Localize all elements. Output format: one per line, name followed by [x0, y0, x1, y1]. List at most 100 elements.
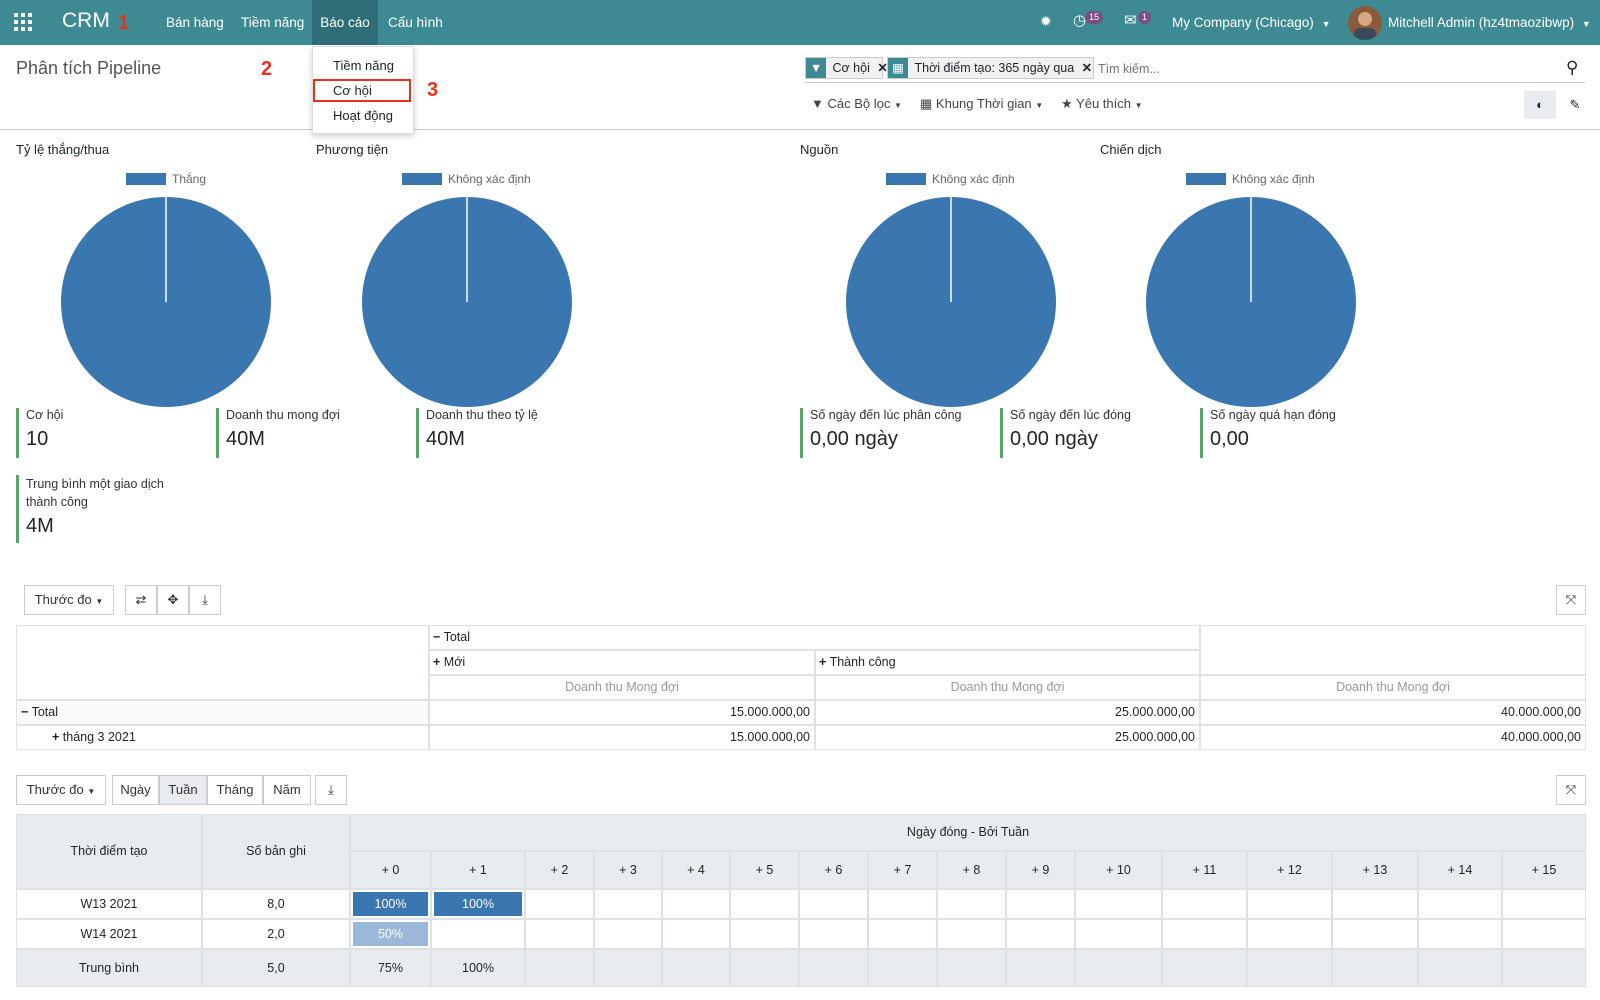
menu-leads[interactable]: Tiềm năng — [241, 0, 304, 45]
edit-view-button[interactable]: ✎ — [1560, 91, 1590, 119]
pivot-cell[interactable]: 15.000.000,00 — [429, 725, 815, 750]
cohort-cell[interactable] — [1418, 889, 1502, 919]
cohort-cell[interactable] — [662, 919, 730, 949]
cohort-download-button[interactable]: ⤓ — [315, 775, 347, 805]
kpi-days-to-assign[interactable]: Số ngày đến lúc phân công 0,00 ngày — [800, 408, 990, 458]
cohort-cell[interactable] — [1332, 919, 1418, 949]
interval-month-button[interactable]: Tháng — [207, 775, 263, 805]
cohort-cell[interactable] — [1075, 919, 1162, 949]
bug-icon[interactable]: ✹ — [1040, 13, 1052, 30]
search-facet-filter[interactable]: ▼ Cơ hội ✕ — [805, 57, 888, 79]
kpi-prorated-revenue[interactable]: Doanh thu theo tỷ lệ 40M — [416, 408, 596, 458]
kpi-value: 0,00 — [1210, 428, 1249, 450]
cohort-cell[interactable] — [1502, 919, 1586, 949]
pie-chart-source[interactable] — [845, 196, 1057, 408]
cohort-cell[interactable] — [1006, 889, 1075, 919]
pivot-cell[interactable]: 15.000.000,00 — [429, 700, 815, 725]
cohort-cell[interactable] — [1418, 919, 1502, 949]
pivot-cell[interactable]: 40.000.000,00 — [1200, 700, 1586, 725]
kpi-days-exceeding-close[interactable]: Số ngày quá hạn đóng 0,00 — [1200, 408, 1390, 458]
interval-week-button[interactable]: Tuần — [159, 775, 207, 805]
cohort-cell[interactable] — [1162, 919, 1247, 949]
cohort-cell[interactable] — [431, 919, 525, 949]
activity-icon[interactable]: ◷ — [1073, 11, 1086, 29]
kpi-avg-won-deal[interactable]: Trung bình một giao dịch thành công 4M — [16, 475, 176, 543]
apps-menu-icon[interactable] — [14, 13, 32, 31]
kpi-label: Số ngày đến lúc phân công — [810, 408, 962, 422]
cohort-cell[interactable] — [525, 919, 594, 949]
menu-configuration[interactable]: Cấu hình — [388, 0, 443, 45]
cohort-cell[interactable] — [594, 889, 662, 919]
search-input[interactable] — [1098, 58, 1538, 80]
menu-sales[interactable]: Bán hàng — [166, 0, 224, 45]
kpi-expected-revenue[interactable]: Doanh thu mong đợi 40M — [216, 408, 396, 458]
cohort-cell[interactable] — [730, 919, 799, 949]
cohort-cell[interactable] — [525, 889, 594, 919]
fullscreen-button[interactable]: ⤧ — [1556, 585, 1586, 615]
kpi-days-to-close[interactable]: Số ngày đến lúc đóng 0,00 ngày — [1000, 408, 1190, 458]
cohort-cell[interactable] — [1006, 919, 1075, 949]
pivot-cell[interactable]: 40.000.000,00 — [1200, 725, 1586, 750]
kpi-opportunities[interactable]: Cơ hội 10 — [16, 408, 196, 458]
measures-dropdown[interactable]: Thước đo ▼ — [24, 585, 114, 615]
cohort-cell[interactable] — [1075, 889, 1162, 919]
cohort-cell[interactable] — [662, 889, 730, 919]
cohort-cell[interactable] — [1502, 889, 1586, 919]
close-icon[interactable]: ✕ — [1082, 61, 1092, 75]
filters-dropdown[interactable]: ▼ Các Bộ lọc ▼ — [811, 96, 902, 111]
time-range-dropdown[interactable]: ▦ Khung Thời gian ▼ — [920, 96, 1043, 112]
flip-axis-button[interactable]: ⇄ — [125, 585, 157, 615]
cohort-cell[interactable] — [799, 889, 868, 919]
messages-icon[interactable]: ✉ — [1124, 11, 1137, 29]
app-brand[interactable]: CRM — [62, 9, 110, 33]
user-menu[interactable]: Mitchell Admin (hz4tmaozibwp) ▼ — [1388, 0, 1591, 45]
cohort-cell[interactable] — [1247, 889, 1332, 919]
dropdown-item-opportunities[interactable]: Cơ hội — [333, 83, 372, 98]
dashboard-view-button[interactable]: ◐ — [1524, 91, 1556, 119]
cohort-fullscreen-button[interactable]: ⤧ — [1556, 775, 1586, 805]
interval-day-button[interactable]: Ngày — [112, 775, 159, 805]
cohort-cell[interactable] — [594, 919, 662, 949]
pie-chart-winloss[interactable] — [60, 196, 272, 408]
cohort-cell[interactable] — [1247, 919, 1332, 949]
search-icon[interactable]: ⚲ — [1566, 58, 1578, 78]
cohort-cell[interactable] — [937, 889, 1006, 919]
page-title: Phân tích Pipeline — [16, 58, 162, 78]
company-switcher[interactable]: My Company (Chicago) ▼ — [1172, 0, 1330, 45]
expand-all-button[interactable]: ✥ — [157, 585, 189, 615]
pivot-measure-header[interactable]: Doanh thu Mong đợi — [1200, 675, 1586, 700]
cohort-average-cell — [1332, 949, 1418, 987]
cohort-cell[interactable] — [799, 919, 868, 949]
menu-reporting[interactable]: Báo cáo — [312, 0, 378, 45]
cohort-cell[interactable] — [730, 889, 799, 919]
cohort-cell[interactable] — [1162, 889, 1247, 919]
cohort-cell[interactable] — [937, 919, 1006, 949]
interval-year-button[interactable]: Năm — [263, 775, 311, 805]
favorites-dropdown[interactable]: ★ Yêu thích ▼ — [1061, 96, 1143, 112]
pie-chart-medium[interactable] — [361, 196, 573, 408]
cohort-cell[interactable] — [1332, 889, 1418, 919]
cohort-cell[interactable]: 50% — [350, 919, 431, 949]
cohort-measures-dropdown[interactable]: Thước đo ▼ — [16, 775, 106, 805]
legend-label: Thắng — [172, 172, 207, 186]
cohort-cell[interactable]: 100% — [431, 889, 525, 919]
pivot-col-header-won[interactable]: + Thành công — [815, 650, 1200, 675]
cohort-cell[interactable]: 100% — [350, 889, 431, 919]
dropdown-item-activities[interactable]: Hoạt động — [333, 108, 393, 123]
pivot-measure-header[interactable]: Doanh thu Mong đợi — [429, 675, 815, 700]
pivot-measure-header[interactable]: Doanh thu Mong đợi — [815, 675, 1200, 700]
pivot-col-header-new[interactable]: + Mới — [429, 650, 815, 675]
pivot-row-header-month[interactable]: + tháng 3 2021 — [16, 725, 429, 750]
download-button[interactable]: ⤓ — [189, 585, 221, 615]
user-avatar[interactable] — [1348, 6, 1382, 40]
pie-chart-campaign[interactable] — [1145, 196, 1357, 408]
pivot-cell[interactable]: 25.000.000,00 — [815, 700, 1200, 725]
cohort-cell[interactable] — [868, 919, 937, 949]
search-facet-date[interactable]: ▦ Thời điểm tạo: 365 ngày qua ✕ — [887, 57, 1094, 79]
pivot-col-header-total[interactable]: − Total — [429, 625, 1200, 650]
pivot-row-header-total[interactable]: − Total — [16, 700, 429, 725]
cohort-cell[interactable] — [868, 889, 937, 919]
dropdown-item-leads[interactable]: Tiềm năng — [333, 58, 394, 73]
pivot-cell[interactable]: 25.000.000,00 — [815, 725, 1200, 750]
cohort-average-cell: 75% — [350, 949, 431, 987]
